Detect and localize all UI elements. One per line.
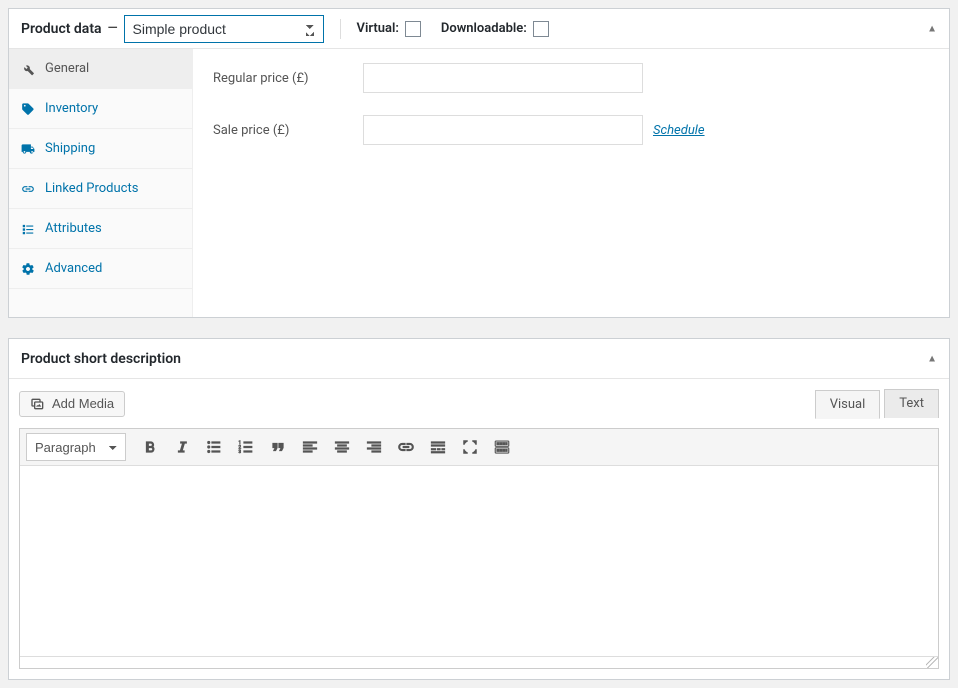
media-icon xyxy=(30,396,46,412)
collapse-toggle-icon[interactable]: ▲ xyxy=(927,353,937,364)
insert-more-button[interactable] xyxy=(424,433,452,461)
tab-shipping-label: Shipping xyxy=(45,141,95,156)
add-media-label: Add Media xyxy=(52,396,114,411)
bold-button[interactable] xyxy=(136,433,164,461)
tab-inventory-label: Inventory xyxy=(45,101,98,116)
tab-content-general: Regular price (£) Sale price (£) Schedul… xyxy=(193,49,949,317)
regular-price-input[interactable] xyxy=(363,63,643,93)
short-description-header: Product short description ▲ xyxy=(9,339,949,379)
tag-icon xyxy=(21,102,35,116)
truck-icon xyxy=(21,142,35,156)
tab-inventory[interactable]: Inventory xyxy=(9,89,192,129)
downloadable-checkbox[interactable] xyxy=(533,21,549,37)
regular-price-row: Regular price (£) xyxy=(213,63,929,93)
tab-attributes[interactable]: Attributes xyxy=(9,209,192,249)
editor-tab-visual[interactable]: Visual xyxy=(815,390,881,419)
short-description-title: Product short description xyxy=(21,351,181,367)
tab-general[interactable]: General xyxy=(9,49,192,89)
tab-linked-label: Linked Products xyxy=(45,181,138,196)
italic-button[interactable] xyxy=(168,433,196,461)
tab-shipping[interactable]: Shipping xyxy=(9,129,192,169)
schedule-link[interactable]: Schedule xyxy=(653,123,705,138)
svg-text:3: 3 xyxy=(239,449,242,455)
resize-handle[interactable] xyxy=(20,656,938,668)
sale-price-label: Sale price (£) xyxy=(213,123,363,138)
gear-icon xyxy=(21,262,35,276)
product-type-select[interactable]: Simple product xyxy=(124,15,324,43)
format-select[interactable]: Paragraph xyxy=(26,433,126,461)
add-media-button[interactable]: Add Media xyxy=(19,391,125,417)
title-dash: — xyxy=(108,21,118,36)
virtual-label: Virtual: xyxy=(357,21,399,36)
collapse-toggle-icon[interactable]: ▲ xyxy=(927,23,937,34)
tab-attributes-label: Attributes xyxy=(45,221,102,236)
editor-top-row: Add Media Visual Text xyxy=(19,389,939,418)
insert-link-button[interactable] xyxy=(392,433,420,461)
product-data-body: General Inventory Shipping Linked Produc… xyxy=(9,49,949,317)
toolbar-toggle-button[interactable] xyxy=(488,433,516,461)
product-data-tabs: General Inventory Shipping Linked Produc… xyxy=(9,49,193,317)
tab-general-label: General xyxy=(45,61,89,76)
product-data-title: Product data xyxy=(21,21,102,37)
editor-toolbar: Paragraph 123 xyxy=(20,429,938,466)
product-data-header: Product data — Simple product Virtual: D… xyxy=(9,9,949,49)
tab-advanced-label: Advanced xyxy=(45,261,102,276)
editor-mode-tabs: Visual Text xyxy=(815,389,939,418)
sale-price-row: Sale price (£) Schedule xyxy=(213,115,929,145)
wrench-icon xyxy=(21,62,35,76)
fullscreen-button[interactable] xyxy=(456,433,484,461)
align-center-button[interactable] xyxy=(328,433,356,461)
divider xyxy=(340,19,341,39)
align-right-button[interactable] xyxy=(360,433,388,461)
downloadable-label: Downloadable: xyxy=(441,21,527,36)
bullet-list-button[interactable] xyxy=(200,433,228,461)
align-left-button[interactable] xyxy=(296,433,324,461)
short-description-panel: Product short description ▲ Add Media Vi… xyxy=(8,338,950,680)
regular-price-label: Regular price (£) xyxy=(213,71,363,86)
numbered-list-button[interactable]: 123 xyxy=(232,433,260,461)
virtual-checkbox[interactable] xyxy=(405,21,421,37)
editor-wrapper: Paragraph 123 xyxy=(19,428,939,669)
tab-linked-products[interactable]: Linked Products xyxy=(9,169,192,209)
product-data-panel: Product data — Simple product Virtual: D… xyxy=(8,8,950,318)
virtual-checkbox-group[interactable]: Virtual: xyxy=(357,21,421,37)
link-icon xyxy=(21,182,35,196)
short-description-body: Add Media Visual Text Paragraph 123 xyxy=(9,379,949,679)
sale-price-input[interactable] xyxy=(363,115,643,145)
tab-advanced[interactable]: Advanced xyxy=(9,249,192,289)
downloadable-checkbox-group[interactable]: Downloadable: xyxy=(441,21,549,37)
editor-textarea[interactable] xyxy=(20,466,938,656)
editor-tab-text[interactable]: Text xyxy=(884,389,939,418)
list-icon xyxy=(21,222,35,236)
blockquote-button[interactable] xyxy=(264,433,292,461)
